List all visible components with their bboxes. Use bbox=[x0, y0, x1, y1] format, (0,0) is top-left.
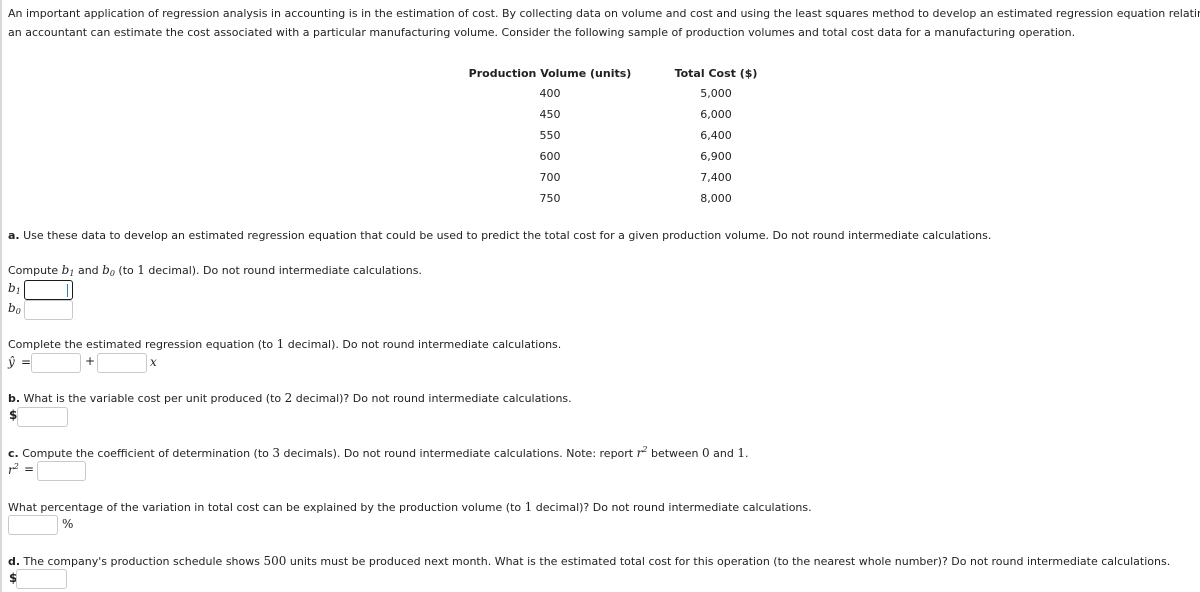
part-b-question: b. What is the variable cost per unit pr… bbox=[8, 391, 572, 405]
b0-symbol: b0 bbox=[102, 263, 115, 278]
part-c-text-1: Compute the coefficient of determination… bbox=[18, 447, 273, 460]
b1-label: b1 bbox=[8, 281, 21, 296]
data-table: Production Volume (units) Total Cost ($)… bbox=[460, 63, 792, 209]
r-squared-symbol: r2 bbox=[636, 445, 648, 460]
one-value: 1 bbox=[737, 446, 746, 460]
equation-prompt-2: decimal). Do not round intermediate calc… bbox=[284, 338, 562, 351]
part-a-question: a. Use these data to develop an estimate… bbox=[8, 229, 991, 242]
cost-cell: 5,000 bbox=[700, 87, 732, 100]
and-text: and bbox=[709, 447, 738, 460]
yhat-symbol: ŷ bbox=[8, 355, 15, 369]
b1-symbol: b1 bbox=[61, 263, 75, 278]
intro-paragraph: An important application of regression a… bbox=[8, 4, 1200, 42]
slope-input[interactable] bbox=[97, 353, 147, 373]
part-b-text-1: What is the variable cost per unit produ… bbox=[20, 392, 285, 405]
r-squared-input[interactable] bbox=[37, 461, 86, 481]
percentage-input[interactable] bbox=[8, 515, 58, 535]
b0-input[interactable] bbox=[24, 300, 73, 320]
cost-cell: 6,400 bbox=[700, 129, 732, 142]
variable-cost-input[interactable] bbox=[17, 407, 68, 427]
volume-cell: 600 bbox=[539, 150, 561, 163]
table-row: 550 6,400 bbox=[460, 125, 792, 146]
and-text: and bbox=[74, 264, 103, 277]
period: . bbox=[745, 447, 749, 460]
r-squared-label: r2 bbox=[8, 462, 19, 477]
percentage-prompt: What percentage of the variation in tota… bbox=[8, 500, 812, 514]
table-row: 400 5,000 bbox=[460, 83, 792, 104]
text-caret bbox=[67, 284, 68, 297]
equals-sign: = bbox=[24, 462, 35, 476]
cost-cell: 6,900 bbox=[700, 150, 732, 163]
percentage-prompt-2: decimal)? Do not round intermediate calc… bbox=[532, 501, 812, 514]
compute-b1-b0-prompt: Compute b1 and b0 (to 1 decimal). Do not… bbox=[8, 263, 422, 278]
cost-cell: 6,000 bbox=[700, 108, 732, 121]
part-c-text-3: between bbox=[647, 447, 703, 460]
table-row: 750 8,000 bbox=[460, 188, 792, 209]
cost-cell: 8,000 bbox=[700, 192, 732, 205]
left-border bbox=[0, 0, 2, 592]
compute-suffix-1: (to bbox=[114, 264, 138, 277]
part-d-text-2: units must be produced next month. What … bbox=[286, 555, 1171, 568]
part-d-text-1: The company's production schedule shows bbox=[20, 555, 264, 568]
part-c-label: c. bbox=[8, 447, 19, 460]
table-header-row: Production Volume (units) Total Cost ($) bbox=[460, 63, 792, 83]
equation-prompt-1: Complete the estimated regression equati… bbox=[8, 338, 277, 351]
b0-label: b0 bbox=[8, 301, 21, 316]
volume-cell: 700 bbox=[539, 171, 561, 184]
part-c-decimal: 3 bbox=[272, 446, 281, 460]
equation-prompt: Complete the estimated regression equati… bbox=[8, 337, 561, 351]
part-c-question: c. Compute the coefficient of determinat… bbox=[8, 445, 749, 460]
compute-prefix: Compute bbox=[8, 264, 62, 277]
part-a-text: Use these data to develop an estimated r… bbox=[19, 229, 992, 242]
b1-input[interactable] bbox=[24, 280, 73, 300]
units-value: 500 bbox=[263, 554, 287, 568]
volume-cell: 400 bbox=[539, 87, 561, 100]
volume-cell: 750 bbox=[539, 192, 561, 205]
x-variable: x bbox=[150, 355, 157, 369]
plus-sign: + bbox=[85, 354, 96, 368]
part-a-label: a. bbox=[8, 229, 20, 242]
part-d-label: d. bbox=[8, 555, 21, 568]
part-c-text-2: decimals). Do not round intermediate cal… bbox=[280, 447, 637, 460]
header-total-cost: Total Cost ($) bbox=[674, 66, 758, 80]
part-d-question: d. The company's production schedule sho… bbox=[8, 554, 1170, 568]
compute-decimal: 1 bbox=[137, 263, 145, 277]
volume-cell: 550 bbox=[539, 129, 561, 142]
percent-sign: % bbox=[62, 517, 74, 531]
equals-sign: = bbox=[21, 355, 32, 369]
compute-suffix-2: decimal). Do not round intermediate calc… bbox=[144, 264, 422, 277]
table-row: 600 6,900 bbox=[460, 146, 792, 167]
percentage-prompt-1: What percentage of the variation in tota… bbox=[8, 501, 525, 514]
table-row: 450 6,000 bbox=[460, 104, 792, 125]
total-cost-input[interactable] bbox=[16, 569, 67, 589]
part-b-label: b. bbox=[8, 392, 21, 405]
cost-cell: 7,400 bbox=[700, 171, 732, 184]
intro-line-2: an accountant can estimate the cost asso… bbox=[8, 26, 1076, 39]
zero-value: 0 bbox=[702, 446, 710, 460]
header-production-volume: Production Volume (units) bbox=[468, 66, 632, 80]
table-row: 700 7,400 bbox=[460, 167, 792, 188]
intercept-input[interactable] bbox=[31, 353, 81, 373]
volume-cell: 450 bbox=[539, 108, 561, 121]
intro-line-1: An important application of regression a… bbox=[8, 7, 1200, 20]
part-b-text-2: decimal)? Do not round intermediate calc… bbox=[292, 392, 572, 405]
